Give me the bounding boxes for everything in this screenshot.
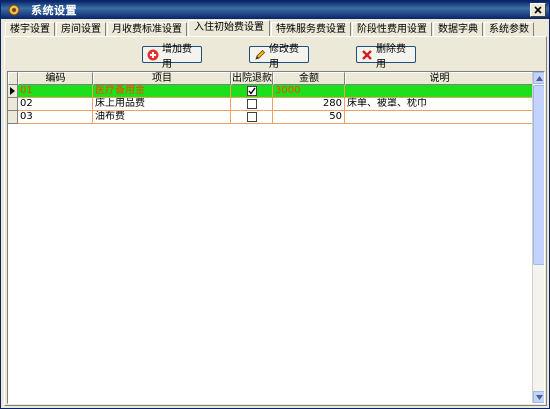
scroll-down-button[interactable] — [533, 391, 544, 403]
cell-amount[interactable]: 280 — [273, 98, 345, 111]
add-fee-label: 增加费用 — [162, 43, 192, 70]
pencil-icon — [254, 49, 266, 61]
delete-fee-button[interactable]: 删除费用 — [356, 44, 416, 70]
cell-item[interactable]: 床上用品费 — [93, 98, 231, 111]
tab-building[interactable]: 楼宇设置 — [5, 22, 55, 37]
tab-panel: 增加费用 修改费用 删除费用 编码 项目 出院退款 金额 说明 01 医疗备用金… — [4, 36, 547, 406]
refund-checkbox[interactable] — [246, 99, 257, 109]
fee-table: 编码 项目 出院退款 金额 说明 01 医疗备用金 3000 02 床上用品费 … — [7, 71, 545, 404]
close-icon — [534, 6, 542, 14]
app-icon — [7, 3, 21, 17]
cell-refund[interactable] — [231, 85, 273, 98]
delete-fee-label: 删除费用 — [376, 43, 406, 70]
tab-system-params[interactable]: 系统参数 — [484, 22, 534, 37]
checkmark-icon — [247, 87, 256, 95]
vertical-scrollbar[interactable] — [532, 72, 544, 403]
settings-window: 系统设置 楼宇设置 房间设置 月收费标准设置 入住初始费设置 特殊服务费设置 阶… — [0, 0, 550, 409]
edit-fee-label: 修改费用 — [269, 43, 299, 70]
tab-stage-fee[interactable]: 阶段性费用设置 — [352, 22, 432, 37]
cell-refund[interactable] — [231, 98, 273, 111]
cell-code[interactable]: 02 — [18, 98, 93, 111]
table-row[interactable]: 01 医疗备用金 3000 — [8, 85, 534, 98]
cell-refund[interactable] — [231, 111, 273, 124]
close-button[interactable] — [530, 3, 546, 17]
add-fee-button[interactable]: 增加费用 — [142, 44, 202, 70]
tab-strip: 楼宇设置 房间设置 月收费标准设置 入住初始费设置 特殊服务费设置 阶段性费用设… — [5, 20, 535, 37]
table-row[interactable]: 02 床上用品费 280 床单、被罩、枕巾 — [8, 98, 534, 111]
row-pointer-icon — [10, 87, 15, 95]
scroll-up-button[interactable] — [533, 72, 544, 84]
row-header — [8, 111, 18, 124]
tab-monthly-fee[interactable]: 月收费标准设置 — [107, 22, 187, 37]
column-header-note[interactable]: 说明 — [345, 72, 534, 85]
refund-checkbox[interactable] — [246, 112, 257, 122]
tab-initial-fee[interactable]: 入住初始费设置 — [188, 20, 270, 37]
column-header-amount[interactable]: 金额 — [273, 72, 345, 85]
table-header: 编码 项目 出院退款 金额 说明 — [8, 72, 534, 85]
cell-note[interactable]: 床单、被罩、枕巾 — [345, 98, 534, 111]
cell-code[interactable]: 03 — [18, 111, 93, 124]
column-header-refund[interactable]: 出院退款 — [231, 72, 273, 85]
edit-fee-button[interactable]: 修改费用 — [249, 44, 309, 70]
add-icon — [147, 49, 159, 61]
cell-note[interactable] — [345, 85, 534, 98]
cell-item[interactable]: 油布费 — [93, 111, 231, 124]
cell-amount[interactable]: 50 — [273, 111, 345, 124]
window-title: 系统设置 — [31, 4, 77, 17]
row-header — [8, 98, 18, 111]
chevron-down-icon — [535, 394, 543, 400]
scroll-thumb[interactable] — [533, 85, 544, 265]
current-row-indicator — [8, 85, 18, 98]
column-header-item[interactable]: 项目 — [93, 72, 231, 85]
cell-amount[interactable]: 3000 — [273, 85, 345, 98]
cell-note[interactable] — [345, 111, 534, 124]
refund-checkbox[interactable] — [246, 86, 257, 96]
column-header-code[interactable]: 编码 — [18, 72, 93, 85]
table-row[interactable]: 03 油布费 50 — [8, 111, 534, 124]
cell-item[interactable]: 医疗备用金 — [93, 85, 231, 98]
tab-special-service-fee[interactable]: 特殊服务费设置 — [271, 22, 351, 37]
tab-room[interactable]: 房间设置 — [56, 22, 106, 37]
delete-x-icon — [361, 49, 373, 61]
tab-data-dictionary[interactable]: 数据字典 — [433, 22, 483, 37]
chevron-up-icon — [535, 75, 543, 81]
cell-code[interactable]: 01 — [18, 85, 93, 98]
title-bar[interactable]: 系统设置 — [1, 1, 549, 19]
row-header-corner — [8, 72, 18, 85]
